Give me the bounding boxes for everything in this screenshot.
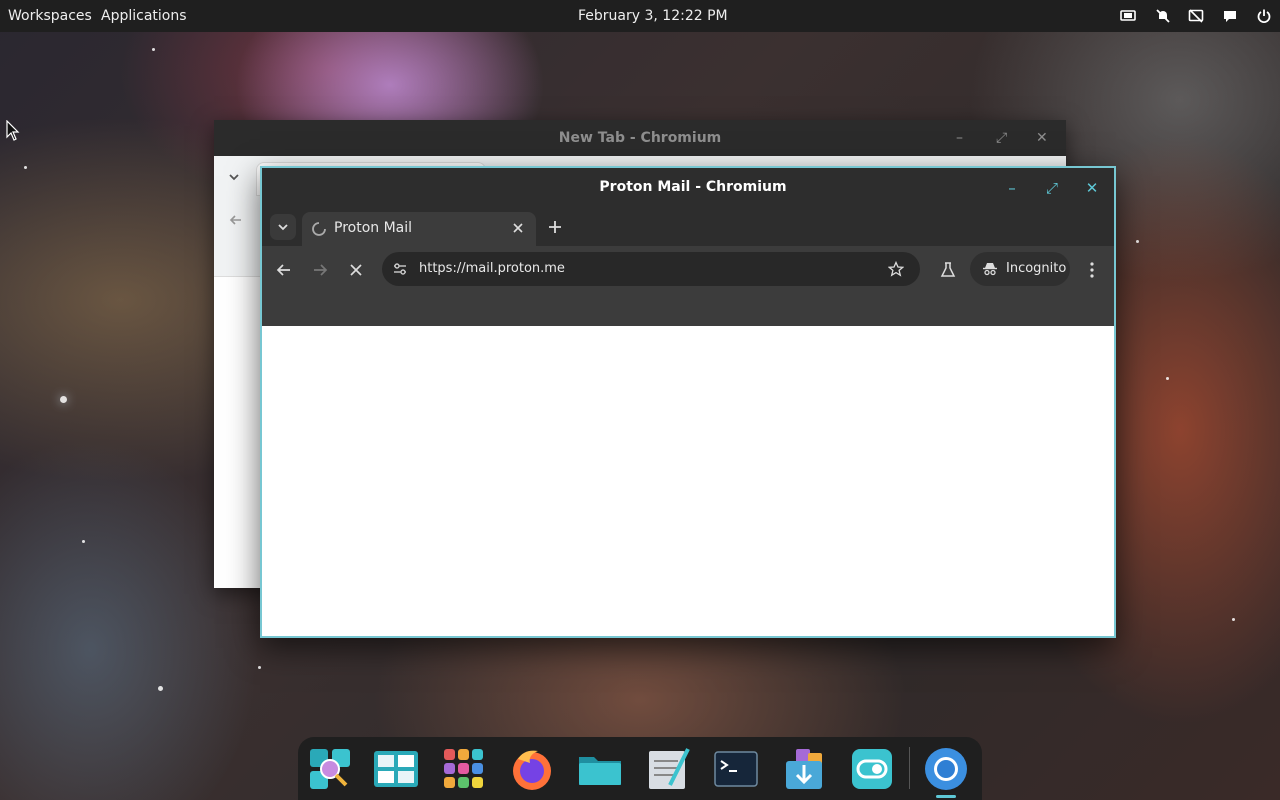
close-button[interactable]: ✕: [1036, 130, 1048, 146]
chevron-down-icon: [278, 224, 288, 231]
close-tab-icon[interactable]: [510, 220, 526, 236]
window-titlebar[interactable]: New Tab - Chromium – ⤢ ✕: [214, 120, 1066, 156]
star: [1166, 377, 1169, 380]
star: [82, 540, 85, 543]
window-titlebar[interactable]: Proton Mail - Chromium – ⤢ ✕: [262, 168, 1114, 208]
forward-arrow-icon[interactable]: [306, 256, 334, 284]
workspace-app-icon[interactable]: [372, 745, 420, 793]
minimize-button[interactable]: –: [956, 130, 963, 146]
chromium-window-proton-mail[interactable]: Proton Mail - Chromium – ⤢ ✕ Proton Mail: [260, 166, 1116, 638]
back-arrow-icon[interactable]: [270, 256, 298, 284]
dock-separator: [909, 747, 910, 789]
firefox-icon[interactable]: [508, 745, 556, 793]
top-panel: Workspaces Applications February 3, 12:2…: [0, 0, 1280, 32]
display-icon[interactable]: [1120, 8, 1136, 24]
tab-title: Proton Mail: [334, 220, 413, 236]
labs-flask-icon[interactable]: [934, 256, 962, 284]
dock: [298, 737, 982, 800]
star: [152, 48, 155, 51]
power-icon[interactable]: [1256, 8, 1272, 24]
maximize-button[interactable]: ⤢: [996, 130, 1007, 146]
screen-share-off-icon[interactable]: [1188, 8, 1204, 24]
minimize-button[interactable]: –: [1000, 176, 1024, 200]
back-arrow-icon[interactable]: [228, 212, 244, 228]
star: [1136, 240, 1139, 243]
star: [24, 166, 27, 169]
tab-search-button[interactable]: [270, 214, 296, 240]
star: [158, 686, 163, 691]
window-title: Proton Mail - Chromium: [599, 179, 787, 195]
page-content[interactable]: [262, 326, 1114, 636]
star: [1232, 618, 1235, 621]
tab-proton-mail[interactable]: Proton Mail: [302, 212, 536, 246]
star: [60, 396, 67, 403]
incognito-label: Incognito: [1006, 261, 1067, 276]
terminal-icon[interactable]: [712, 745, 760, 793]
text-editor-icon[interactable]: [644, 745, 692, 793]
chevron-down-icon[interactable]: [227, 170, 241, 184]
toggle-app-icon[interactable]: [848, 745, 896, 793]
more-menu-icon[interactable]: [1078, 256, 1106, 284]
applications-button[interactable]: Applications: [101, 8, 187, 24]
navigation-toolbar: https://mail.proton.me Incognito: [262, 246, 1114, 326]
search-app-icon[interactable]: [306, 745, 354, 793]
files-icon[interactable]: [576, 745, 624, 793]
notifications-muted-icon[interactable]: [1155, 8, 1171, 24]
address-bar[interactable]: https://mail.proton.me: [382, 252, 920, 286]
star: [258, 666, 261, 669]
stop-loading-icon[interactable]: [342, 256, 370, 284]
url-text[interactable]: https://mail.proton.me: [419, 261, 565, 276]
clock[interactable]: February 3, 12:22 PM: [578, 8, 728, 24]
mouse-cursor-icon: [6, 120, 20, 141]
maximize-button[interactable]: ⤢: [1040, 176, 1064, 200]
running-indicator: [936, 795, 956, 798]
incognito-icon: [983, 263, 997, 276]
site-settings-icon[interactable]: [392, 261, 408, 277]
bookmark-star-icon[interactable]: [888, 261, 904, 277]
software-store-icon[interactable]: [780, 745, 828, 793]
window-title: New Tab - Chromium: [558, 130, 722, 146]
chat-icon[interactable]: [1222, 8, 1238, 24]
close-button[interactable]: ✕: [1080, 176, 1104, 200]
new-tab-icon[interactable]: [542, 214, 568, 240]
app-grid-icon[interactable]: [440, 745, 488, 793]
chromium-icon[interactable]: [922, 745, 970, 793]
workspaces-button[interactable]: Workspaces: [8, 8, 92, 24]
incognito-indicator[interactable]: Incognito: [970, 252, 1070, 286]
loading-spinner-icon: [312, 222, 326, 236]
tab-strip: Proton Mail: [262, 208, 1114, 246]
